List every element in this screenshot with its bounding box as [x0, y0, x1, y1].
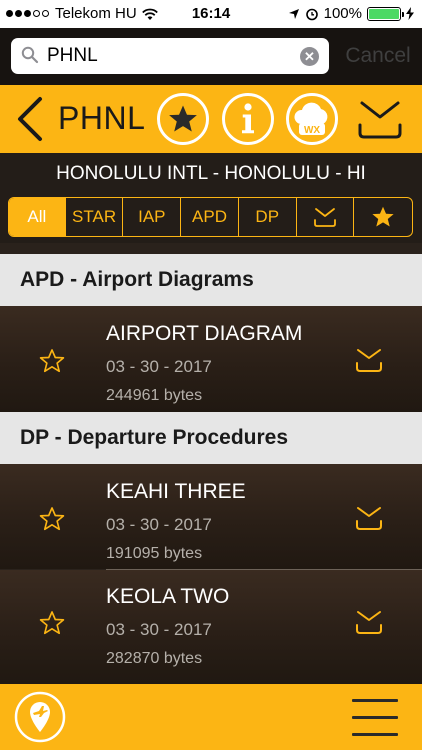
airport-code-title: PHNL [58, 100, 146, 136]
airport-toolbar: PHNL WX [0, 85, 422, 153]
download-tray-icon[interactable] [356, 97, 404, 143]
search-icon [21, 46, 39, 64]
hamburger-menu-icon[interactable] [352, 697, 398, 737]
filter-segmented-control: All STAR IAP APD DP [8, 197, 413, 237]
star-icon[interactable] [38, 505, 66, 533]
weather-cloud-icon: WX [294, 102, 328, 136]
filter-tab-iap[interactable]: IAP [123, 198, 182, 236]
chevron-left-icon[interactable] [12, 95, 46, 143]
filter-tab-downloaded[interactable] [297, 198, 355, 236]
download-tray-icon[interactable] [354, 504, 384, 532]
section-header-dp: DP - Departure Procedures [0, 412, 422, 464]
procedure-name: KEAHI THREE [106, 480, 246, 503]
battery-icon [367, 6, 404, 21]
procedure-name: AIRPORT DIAGRAM [106, 322, 303, 345]
section-header-apd: APD - Airport Diagrams [0, 254, 422, 306]
download-tray-icon[interactable] [354, 346, 384, 374]
filter-bar: All STAR IAP APD DP [0, 195, 422, 243]
procedure-size: 191095 bytes [106, 545, 203, 562]
download-tray-icon[interactable] [354, 608, 384, 636]
procedure-name: KEOLA TWO [106, 585, 230, 608]
status-bar: Telekom HU 16:14 100% [0, 0, 422, 28]
info-icon [242, 103, 254, 134]
status-right: 100% [288, 5, 414, 22]
procedure-size: 244961 bytes [106, 387, 203, 404]
battery-percent: 100% [323, 5, 362, 22]
filter-tab-apd[interactable]: APD [181, 198, 239, 236]
clear-search-icon[interactable]: ✕ [300, 47, 319, 66]
procedure-date: 03 - 30 - 2017 [106, 620, 212, 639]
search-input[interactable] [47, 42, 287, 70]
list-item[interactable]: KEAHI THREE 03 - 30 - 2017 191095 bytes [0, 464, 422, 569]
favorite-button[interactable] [157, 93, 209, 145]
filter-tab-all[interactable]: All [9, 198, 66, 236]
airport-location-icon[interactable] [13, 690, 67, 744]
procedure-size: 282870 bytes [106, 650, 203, 667]
charging-icon [406, 7, 414, 20]
procedure-date: 03 - 30 - 2017 [106, 515, 212, 534]
cancel-button[interactable]: Cancel [340, 44, 416, 68]
svg-text:WX: WX [304, 125, 320, 136]
weather-button[interactable]: WX [286, 93, 338, 145]
search-bar: ✕ Cancel [0, 28, 422, 85]
download-tray-icon [314, 208, 336, 227]
airport-name-label: HONOLULU INTL - HONOLULU - HI [0, 153, 422, 195]
alarm-icon [305, 8, 318, 20]
filter-tab-dp[interactable]: DP [239, 198, 297, 236]
star-icon[interactable] [38, 347, 66, 375]
list-item[interactable]: KEOLA TWO 03 - 30 - 2017 282870 bytes [0, 570, 422, 684]
star-icon[interactable] [38, 609, 66, 637]
star-icon [372, 206, 394, 227]
filter-tab-favorites[interactable] [354, 198, 412, 236]
location-arrow-icon [288, 8, 299, 19]
info-button[interactable] [222, 93, 274, 145]
star-icon [169, 105, 197, 132]
procedure-date: 03 - 30 - 2017 [106, 357, 212, 376]
list-item[interactable]: AIRPORT DIAGRAM 03 - 30 - 2017 244961 by… [0, 306, 422, 412]
filter-tab-star[interactable]: STAR [66, 198, 124, 236]
bottom-toolbar [0, 684, 422, 750]
search-field[interactable]: ✕ [11, 38, 329, 74]
